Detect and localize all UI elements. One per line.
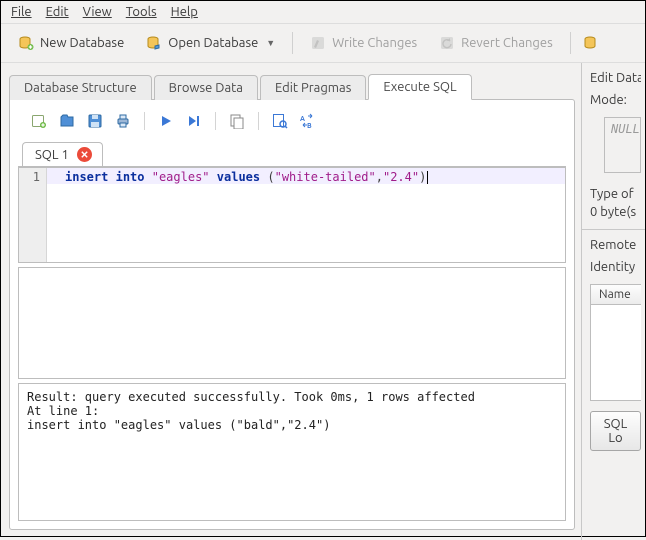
- execute-sql-panel: AB SQL 1 1 insert into "eagles" values (…: [9, 99, 575, 530]
- extra-db-button[interactable]: [579, 30, 601, 56]
- tab-strip: Database Structure Browse Data Edit Prag…: [9, 71, 575, 99]
- open-sql-button[interactable]: [56, 110, 78, 132]
- remote-heading: Remote: [590, 238, 641, 252]
- tab-edit-pragmas[interactable]: Edit Pragmas: [260, 75, 366, 100]
- main-area: Database Structure Browse Data Edit Prag…: [1, 63, 581, 540]
- menu-file[interactable]: File: [11, 5, 32, 19]
- print-button[interactable]: [112, 110, 134, 132]
- main-toolbar: New Database Open Database ▼ Write Chang…: [1, 24, 645, 63]
- type-label: Type of: [590, 187, 641, 201]
- identity-label: Identity: [590, 260, 641, 274]
- panel-separator: [582, 229, 645, 230]
- database-icon: [582, 35, 598, 51]
- identity-table: Name: [590, 284, 641, 401]
- menu-tools[interactable]: Tools: [126, 5, 157, 19]
- menu-help[interactable]: Help: [171, 5, 198, 19]
- write-changes-button: Write Changes: [301, 30, 426, 56]
- result-log[interactable]: Result: query executed successfully. Too…: [18, 383, 566, 521]
- find-button[interactable]: [269, 110, 291, 132]
- tab-execute-sql[interactable]: Execute SQL: [368, 74, 471, 100]
- editor-code[interactable]: insert into "eagles" values ("white-tail…: [47, 168, 565, 262]
- svg-text:B: B: [307, 122, 312, 129]
- open-database-button[interactable]: Open Database ▼: [137, 30, 284, 56]
- svg-text:A: A: [300, 115, 305, 123]
- identity-list[interactable]: [590, 305, 641, 401]
- save-sql-button[interactable]: [84, 110, 106, 132]
- text-cursor: [427, 171, 428, 184]
- open-database-label: Open Database: [168, 36, 258, 50]
- sql-toolbar: AB: [18, 108, 566, 140]
- menu-edit[interactable]: Edit: [46, 5, 69, 19]
- write-changes-label: Write Changes: [332, 36, 417, 50]
- toolbar-separator: [258, 112, 259, 130]
- editor-gutter: 1: [19, 168, 47, 262]
- side-panel: Edit Data Mode: NULL Type of 0 byte(s Re…: [581, 63, 645, 540]
- toolbar-separator: [215, 112, 216, 130]
- revert-changes-label: Revert Changes: [461, 36, 553, 50]
- new-tab-button[interactable]: [28, 110, 50, 132]
- cell-editor[interactable]: NULL: [604, 117, 641, 173]
- new-database-label: New Database: [40, 36, 124, 50]
- tab-database-structure[interactable]: Database Structure: [9, 75, 152, 100]
- revert-changes-icon: [439, 35, 455, 51]
- find-replace-button[interactable]: AB: [297, 110, 319, 132]
- dropdown-icon[interactable]: ▼: [266, 38, 275, 48]
- close-tab-button[interactable]: [77, 147, 92, 162]
- size-label: 0 byte(s: [590, 205, 641, 219]
- sql-editor[interactable]: 1 insert into "eagles" values ("white-ta…: [18, 167, 566, 263]
- write-changes-icon: [310, 35, 326, 51]
- new-database-button[interactable]: New Database: [9, 30, 133, 56]
- menu-view[interactable]: View: [83, 5, 112, 19]
- toolbar-separator: [144, 112, 145, 130]
- identity-col-name[interactable]: Name: [590, 284, 641, 305]
- sql-tab-1[interactable]: SQL 1: [22, 142, 103, 166]
- sql-tab-strip: SQL 1: [22, 140, 566, 166]
- results-grid[interactable]: [18, 267, 566, 379]
- toolbar-separator: [292, 32, 293, 54]
- sql-tab-label: SQL 1: [35, 148, 69, 162]
- toolbar-separator: [570, 32, 571, 54]
- menubar: File Edit View Tools Help: [1, 1, 645, 24]
- execute-button[interactable]: [155, 110, 177, 132]
- sql-log-button[interactable]: SQL Lo: [590, 411, 641, 451]
- revert-changes-button: Revert Changes: [430, 30, 562, 56]
- edit-cell-heading: Edit Data: [590, 71, 641, 85]
- execute-line-button[interactable]: [183, 110, 205, 132]
- database-new-icon: [18, 35, 34, 51]
- save-results-button[interactable]: [226, 110, 248, 132]
- database-open-icon: [146, 35, 162, 51]
- mode-label: Mode:: [590, 93, 641, 107]
- tab-browse-data[interactable]: Browse Data: [154, 75, 258, 100]
